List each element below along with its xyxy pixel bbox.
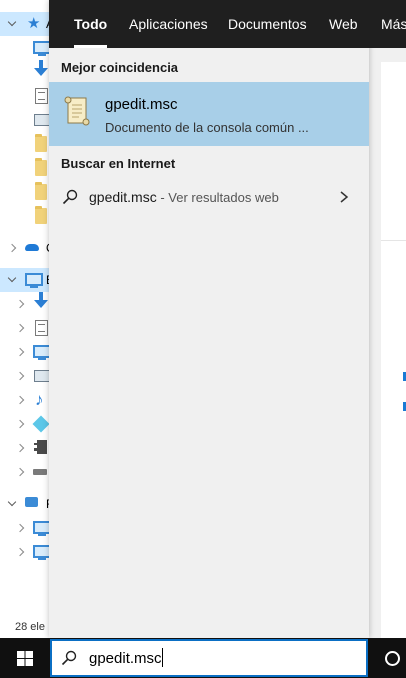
nav-item[interactable] (0, 292, 50, 316)
tab-mas[interactable]: Más (381, 0, 406, 48)
tab-todo[interactable]: Todo (74, 0, 108, 48)
chevron-right-icon[interactable] (14, 418, 26, 430)
best-match-heading: Mejor coincidencia (61, 60, 179, 75)
nav-item[interactable] (0, 108, 50, 132)
web-result-query: gpedit.msc (89, 189, 157, 205)
nav-onedrive[interactable]: O (0, 236, 55, 260)
nav-item[interactable] (0, 132, 50, 156)
star-icon: ★ (27, 15, 41, 32)
nav-item[interactable] (0, 340, 51, 364)
search-tab-bar: Todo Aplicaciones Documentos Web Más (49, 0, 406, 48)
nav-item[interactable] (0, 204, 50, 228)
nav-item[interactable] (0, 516, 51, 540)
chevron-right-icon[interactable] (14, 466, 26, 478)
nav-item[interactable] (0, 436, 50, 460)
chevron-right-icon[interactable] (14, 322, 26, 334)
tab-documentos[interactable]: Documentos (228, 0, 307, 48)
drive-icon (33, 469, 47, 475)
nav-item[interactable] (0, 540, 51, 564)
chevron-right-icon[interactable] (338, 190, 350, 204)
chevron-down-icon[interactable] (6, 18, 18, 30)
chevron-right-icon[interactable] (14, 522, 26, 534)
nav-item[interactable] (0, 84, 50, 108)
nav-item[interactable] (0, 412, 50, 436)
folder-icon (35, 158, 47, 176)
web-result-suffix: - Ver resultados web (156, 190, 279, 205)
nav-quick-access[interactable]: ★ A (0, 12, 54, 36)
videos-icon (34, 440, 47, 454)
chevron-right-icon[interactable] (14, 298, 26, 310)
best-match-subtitle: Documento de la consola común ... (105, 120, 309, 135)
downloads-icon (34, 292, 48, 308)
nav-item[interactable]: ♪ (0, 388, 50, 412)
divider (381, 240, 406, 241)
cloud-icon (25, 244, 39, 251)
windows-logo-icon (17, 651, 33, 666)
3d-objects-icon (32, 415, 50, 433)
folder-icon (35, 134, 47, 152)
documents-icon (35, 88, 48, 104)
tab-web[interactable]: Web (329, 0, 358, 48)
chevron-right-icon[interactable] (14, 346, 26, 358)
chevron-down-icon[interactable] (6, 274, 18, 286)
nav-item[interactable] (0, 364, 50, 388)
file-explorer-background: ★ A O E ♪ R 28 ele (0, 0, 55, 638)
cortana-icon[interactable] (385, 651, 400, 666)
web-result-text: gpedit.msc - Ver resultados web (89, 189, 279, 205)
web-search-heading: Buscar en Internet (61, 156, 176, 171)
pictures-icon (34, 370, 50, 382)
chevron-down-icon[interactable] (6, 498, 18, 510)
nav-item[interactable] (0, 460, 50, 484)
explorer-content-pane (381, 62, 406, 638)
search-input[interactable]: gpedit.msc (89, 650, 162, 667)
documents-icon (35, 320, 48, 336)
search-icon (61, 650, 77, 666)
chevron-right-icon[interactable] (14, 370, 26, 382)
best-match-title: gpedit.msc (105, 96, 178, 113)
text-cursor (162, 648, 163, 667)
tab-aplicaciones[interactable]: Aplicaciones (129, 0, 208, 48)
chevron-right-icon[interactable] (14, 442, 26, 454)
chevron-right-icon[interactable] (14, 394, 26, 406)
status-bar-item-count: 28 ele (15, 621, 45, 633)
folder-icon (35, 182, 47, 200)
nav-item[interactable] (0, 60, 50, 84)
best-match-result[interactable] (49, 82, 369, 146)
downloads-icon (34, 60, 48, 76)
nav-item[interactable] (0, 36, 51, 60)
nav-item[interactable] (0, 180, 50, 204)
network-icon (25, 497, 38, 507)
pictures-icon (34, 114, 50, 126)
nav-network[interactable]: R (0, 492, 55, 516)
nav-item[interactable] (0, 156, 50, 180)
search-icon (62, 189, 78, 205)
folder-icon (35, 206, 47, 224)
scroll-document-icon (64, 96, 90, 126)
chevron-right-icon[interactable] (14, 546, 26, 558)
chevron-right-icon[interactable] (6, 242, 18, 254)
computer-icon (25, 273, 43, 288)
nav-this-pc[interactable]: E (0, 268, 54, 292)
nav-item[interactable] (0, 316, 50, 340)
